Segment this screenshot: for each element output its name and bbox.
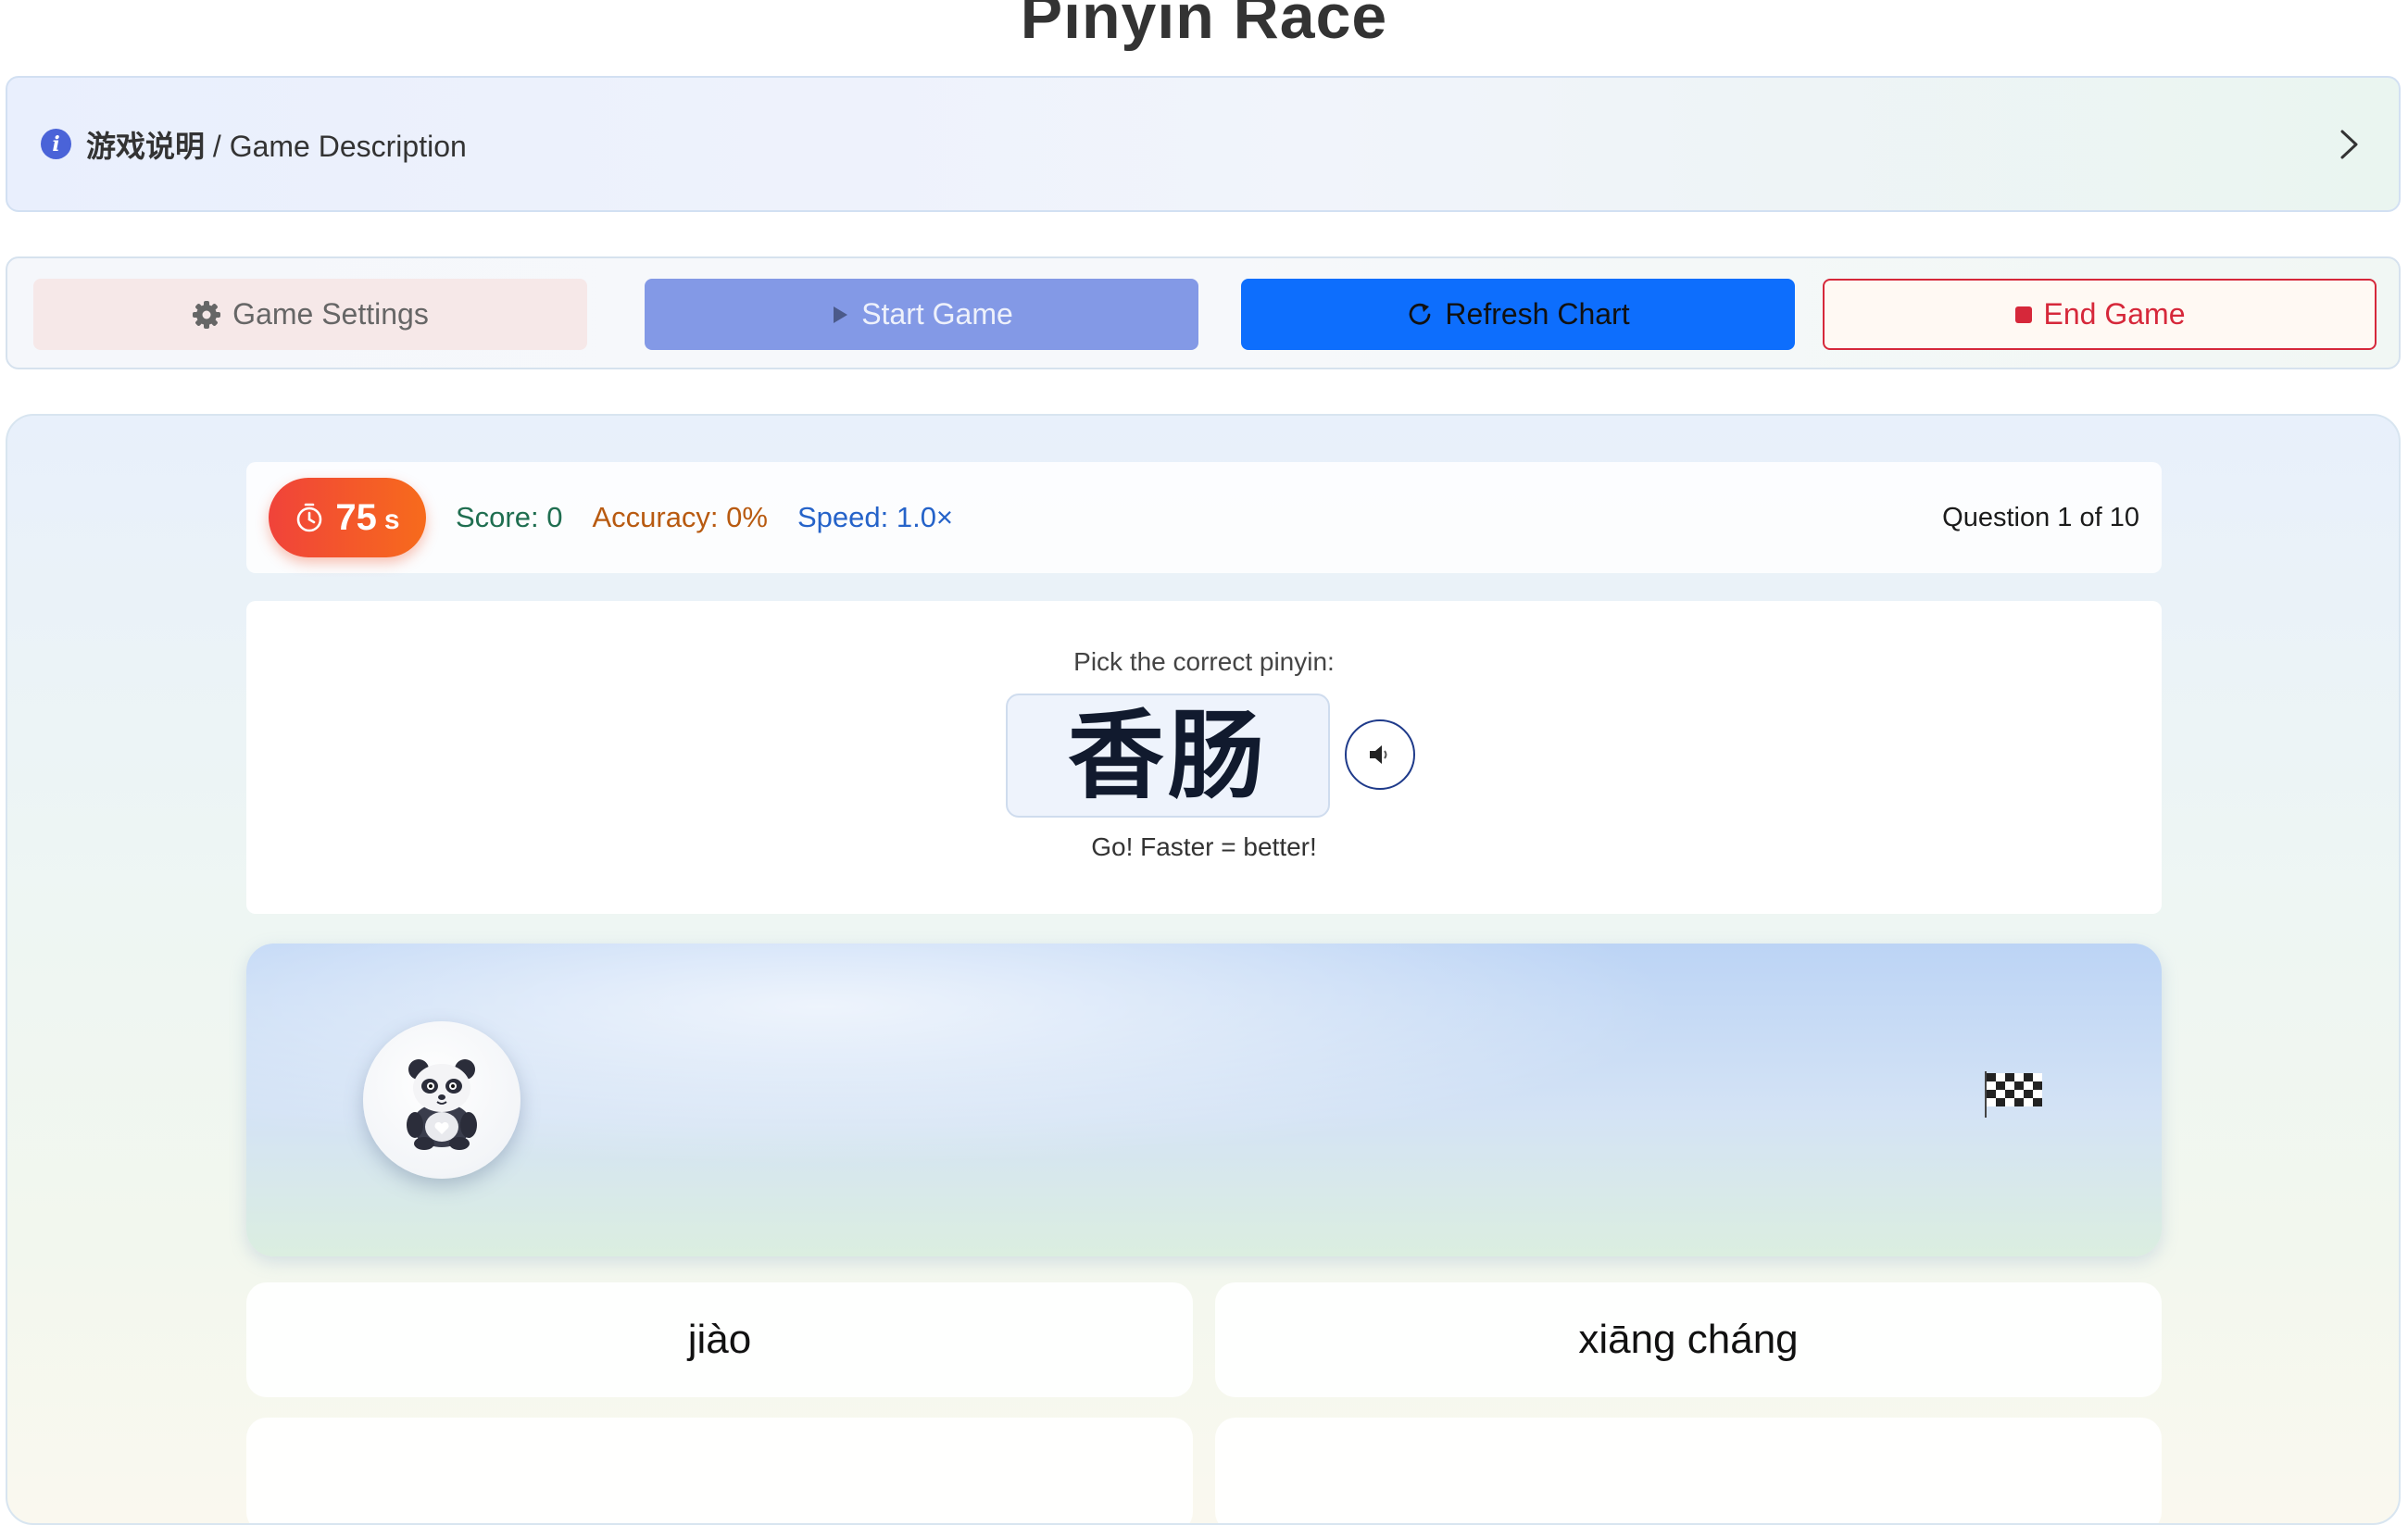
answer-option-3[interactable] bbox=[246, 1418, 1193, 1523]
question-card: Pick the correct pinyin: 香肠 Go! Faster =… bbox=[246, 601, 2162, 914]
stop-icon bbox=[2014, 306, 2033, 324]
game-area: 75 s Score: 0 Accuracy: 0% Speed: 1.0× Q… bbox=[6, 414, 2401, 1525]
start-game-button[interactable]: Start Game bbox=[645, 279, 1198, 350]
speed-display: Speed: 1.0× bbox=[796, 501, 954, 533]
game-settings-button[interactable]: Game Settings bbox=[33, 279, 587, 350]
game-description-label-en: Game Description bbox=[229, 129, 467, 163]
timer-unit: s bbox=[383, 505, 400, 535]
speaker-icon bbox=[1370, 745, 1387, 764]
play-icon bbox=[830, 305, 850, 325]
game-description-label-zh: 游戏说明 bbox=[86, 129, 206, 163]
game-settings-label: Game Settings bbox=[232, 297, 429, 331]
question-prompt: Pick the correct pinyin: bbox=[1073, 647, 1335, 676]
answer-option-1[interactable]: jiào bbox=[246, 1282, 1193, 1397]
gear-icon bbox=[192, 300, 221, 330]
answer-option-2[interactable]: xiāng cháng bbox=[1215, 1282, 2162, 1397]
stopwatch-icon bbox=[297, 503, 322, 532]
end-game-label: End Game bbox=[2043, 297, 2186, 331]
question-hint: Go! Faster = better! bbox=[1091, 832, 1317, 861]
timer-value: 75 bbox=[335, 496, 377, 538]
answer-option-4[interactable] bbox=[1215, 1418, 2162, 1523]
start-game-label: Start Game bbox=[861, 297, 1013, 331]
chevron-right-icon[interactable] bbox=[2330, 126, 2367, 163]
score-display: Score: 0 bbox=[456, 501, 563, 533]
refresh-icon bbox=[1406, 301, 1434, 329]
game-description-separator: / bbox=[205, 129, 230, 163]
refresh-chart-label: Refresh Chart bbox=[1445, 297, 1630, 331]
question-counter: Question 1 of 10 bbox=[1942, 502, 2139, 532]
panda-icon bbox=[363, 1021, 520, 1179]
info-icon: i bbox=[41, 129, 71, 159]
refresh-chart-button[interactable]: Refresh Chart bbox=[1241, 279, 1795, 350]
control-bar: Game Settings Start Game Refresh Chart E… bbox=[6, 256, 2401, 369]
accuracy-display: Accuracy: 0% bbox=[592, 501, 768, 533]
play-audio-button[interactable] bbox=[1345, 719, 1415, 790]
question-character: 香肠 bbox=[1006, 694, 1330, 818]
game-description-toggle[interactable]: i 游戏说明 / Game Description bbox=[6, 76, 2401, 212]
page-title: Pinyin Race bbox=[1020, 0, 1388, 52]
timer-badge: 75 s bbox=[269, 478, 426, 557]
race-track bbox=[246, 944, 2162, 1256]
game-description-label: 游戏说明 / Game Description bbox=[86, 123, 467, 166]
checkered-flag-icon bbox=[1985, 1071, 2042, 1118]
end-game-button[interactable]: End Game bbox=[1823, 279, 2377, 350]
stats-bar: 75 s Score: 0 Accuracy: 0% Speed: 1.0× Q… bbox=[246, 462, 2162, 573]
